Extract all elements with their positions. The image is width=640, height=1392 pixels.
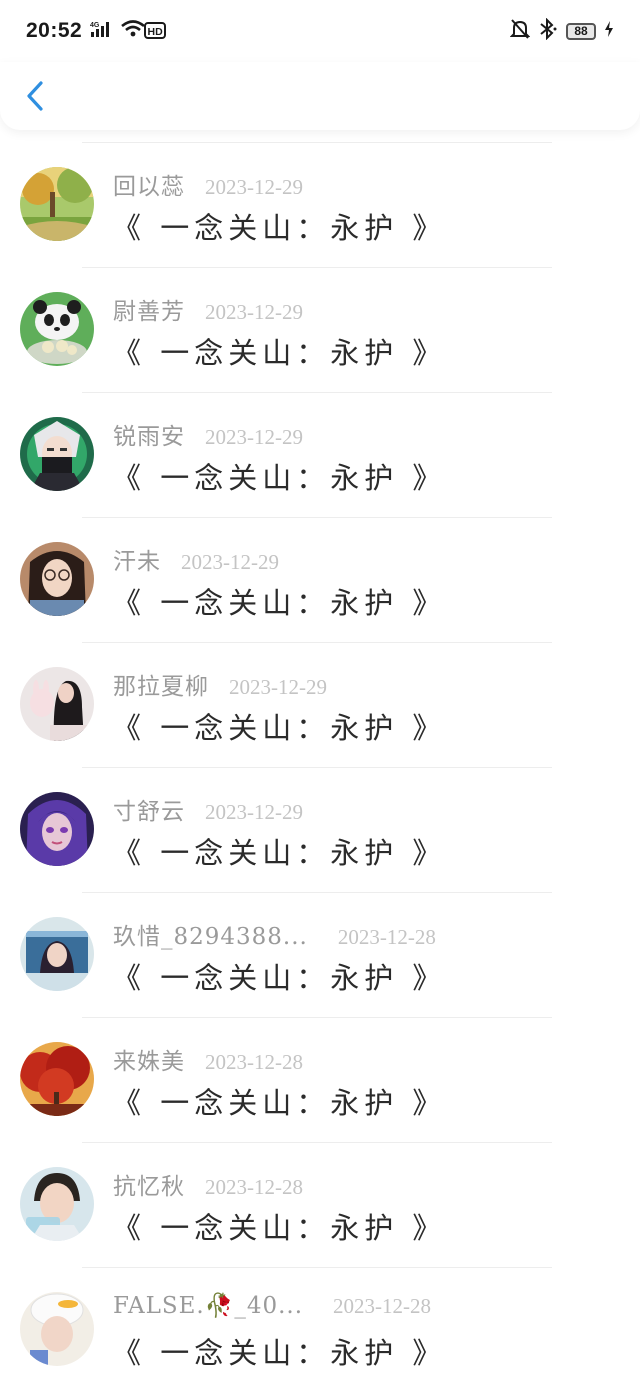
user-name: 锐雨安 bbox=[113, 424, 185, 450]
list-item[interactable]: FALSE.🥀_40... 2023-12-28 《 一念关山：永护 》 bbox=[0, 1268, 640, 1392]
post-date: 2023-12-28 bbox=[337, 925, 436, 949]
item-title: 《 一念关山：永护 》 bbox=[112, 461, 447, 495]
list-item[interactable]: 锐雨安 2023-12-29 《 一念关山：永护 》 bbox=[0, 393, 640, 517]
user-name: 那拉夏柳 bbox=[113, 674, 209, 700]
list-item[interactable]: 寸舒云 2023-12-29 《 一念关山：永护 》 bbox=[0, 768, 640, 892]
wifi-hd-icon: HD bbox=[120, 18, 168, 44]
game-character-avatar[interactable] bbox=[20, 917, 94, 991]
chevron-left-icon bbox=[27, 81, 43, 111]
list-item[interactable]: 抗忆秋 2023-12-28 《 一念关山：永护 》 bbox=[0, 1143, 640, 1267]
item-title: 《 一念关山：永护 》 bbox=[112, 1336, 447, 1370]
post-date: 2023-12-29 bbox=[205, 800, 303, 824]
user-name: FALSE.🥀_40... bbox=[113, 1293, 304, 1319]
bluetooth-icon bbox=[538, 17, 558, 44]
user-name: 尉善芳 bbox=[113, 299, 185, 325]
battery-level: 88 bbox=[566, 22, 596, 40]
cellular-signal-icon: 4G bbox=[90, 20, 112, 42]
item-title: 《 一念关山：永护 》 bbox=[112, 1211, 447, 1245]
charging-icon bbox=[604, 20, 614, 42]
post-date: 2023-12-29 bbox=[229, 675, 327, 699]
list-item[interactable]: 汗未 2023-12-29 《 一念关山：永护 》 bbox=[0, 518, 640, 642]
svg-text:4G: 4G bbox=[90, 22, 100, 29]
bell-muted-icon bbox=[509, 18, 531, 44]
post-date: 2023-12-29 bbox=[205, 175, 303, 199]
list-item[interactable]: 尉善芳 2023-12-29 《 一念关山：永护 》 bbox=[0, 268, 640, 392]
user-name: 汗未 bbox=[113, 549, 161, 575]
item-title: 《 一念关山：永护 》 bbox=[112, 336, 447, 370]
girl-glasses-avatar[interactable] bbox=[20, 542, 94, 616]
user-name: 抗忆秋 bbox=[113, 1174, 185, 1200]
status-time: 20:52 bbox=[26, 19, 83, 42]
post-date: 2023-12-29 bbox=[205, 425, 303, 449]
post-date: 2023-12-28 bbox=[205, 1175, 303, 1199]
list-item[interactable]: 玖惜_8294388... 2023-12-28 《 一念关山：永护 》 bbox=[0, 893, 640, 1017]
red-tree-avatar[interactable] bbox=[20, 1042, 94, 1116]
nav-header bbox=[0, 62, 640, 130]
boy-photo-avatar[interactable] bbox=[20, 1167, 94, 1241]
panda-avatar[interactable] bbox=[20, 292, 94, 366]
list-item[interactable]: 那拉夏柳 2023-12-29 《 一念关山：永护 》 bbox=[0, 643, 640, 767]
post-date: 2023-12-28 bbox=[333, 1294, 432, 1318]
girl-bunny-avatar[interactable] bbox=[20, 667, 94, 741]
duck-hat-avatar[interactable] bbox=[20, 1292, 94, 1366]
post-date: 2023-12-29 bbox=[181, 550, 279, 574]
user-name: 回以蕊 bbox=[113, 174, 185, 200]
item-title: 《 一念关山：永护 》 bbox=[112, 1086, 447, 1120]
user-name: 来姝美 bbox=[113, 1049, 185, 1075]
user-name: 玖惜_8294388... bbox=[113, 924, 308, 950]
item-title: 《 一念关山：永护 》 bbox=[112, 586, 447, 620]
item-title: 《 一念关山：永护 》 bbox=[112, 836, 447, 870]
post-date: 2023-12-28 bbox=[205, 1050, 303, 1074]
user-name: 寸舒云 bbox=[113, 799, 185, 825]
list-item[interactable]: 回以蕊 2023-12-29 《 一念关山：永护 》 bbox=[0, 143, 640, 267]
post-date: 2023-12-29 bbox=[205, 300, 303, 324]
item-title: 《 一念关山：永护 》 bbox=[112, 961, 447, 995]
anime-purple-avatar[interactable] bbox=[20, 792, 94, 866]
svg-text:HD: HD bbox=[148, 26, 164, 38]
list-item[interactable]: 来姝美 2023-12-28 《 一念关山：永护 》 bbox=[0, 1018, 640, 1142]
landscape-avatar[interactable] bbox=[20, 167, 94, 241]
back-button[interactable] bbox=[22, 76, 52, 116]
masked-ninja-avatar[interactable] bbox=[20, 417, 94, 491]
status-bar: 20:52 4G HD 88 bbox=[0, 0, 640, 62]
item-title: 《 一念关山：永护 》 bbox=[112, 211, 447, 245]
item-title: 《 一念关山：永护 》 bbox=[112, 711, 447, 745]
record-list: 回以蕊 2023-12-29 《 一念关山：永护 》 尉善芳 2023-12-2… bbox=[0, 142, 640, 1392]
